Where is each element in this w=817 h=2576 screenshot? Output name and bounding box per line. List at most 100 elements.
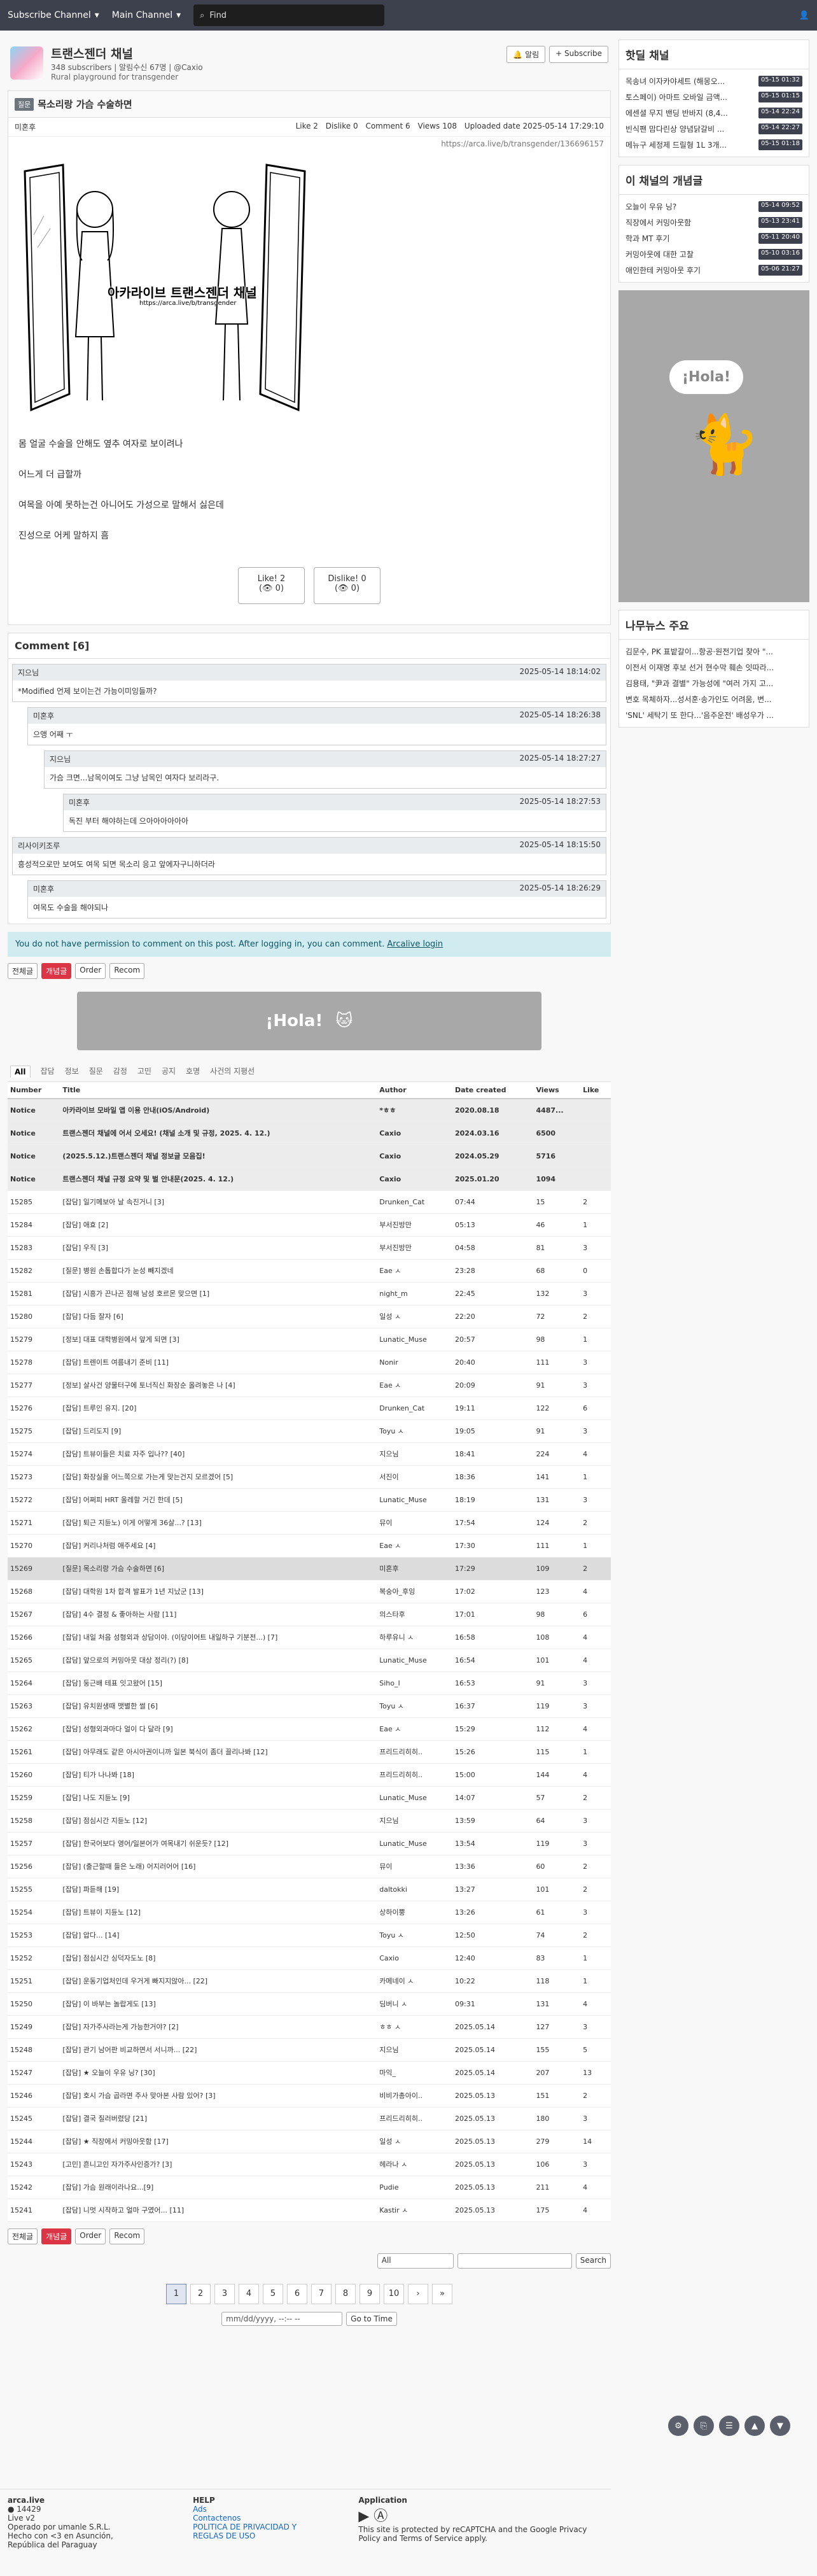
- table-row[interactable]: 15255 [잡담] 파듣해 [19] daltokki 13:27 101 2: [8, 1878, 611, 1901]
- news-item[interactable]: 변호 목체하자...성서훈·송가인도 어려움, 변...: [619, 691, 809, 707]
- row-title[interactable]: [잡담] 앞으로의 커밍아웃 대상 정리(?) [8]: [60, 1649, 377, 1672]
- table-row[interactable]: Notice 트랜스젠더 채널 규정 요약 및 벌 안내문(2025. 4. 12…: [8, 1167, 611, 1191]
- row-title[interactable]: [고민] 흔니고인 자가주사인증가? [3]: [60, 2153, 377, 2176]
- table-row[interactable]: 15273 [잡담] 화장실을 어느쪽으로 가는게 맞는건지 모르겠어 [5] 서진…: [8, 1465, 611, 1489]
- side-item[interactable]: 직장에서 커밍아웃함 05-13 23:41: [619, 215, 809, 230]
- table-row[interactable]: 15258 [잡담] 점심시간 지듄노 [12] 지으님 13:59 64 3: [8, 1809, 611, 1833]
- table-row[interactable]: 15278 [잡담] 트렌이트 여름내기 준비 [11] Nonir 20:40 111…: [8, 1351, 611, 1374]
- table-row[interactable]: 15254 [잡담] 트뷰이 지듄노 [12] 상하이뿡 13:26 61 3: [8, 1901, 611, 1924]
- table-row[interactable]: 15284 [잡담] 애효 [2] 부서진방만 05:13 46 1: [8, 1213, 611, 1237]
- date-input[interactable]: mm/dd/yyyy, --:-- --: [221, 2311, 343, 2326]
- row-title[interactable]: [잡담] 일기메보아 날 속진거니 [3]: [60, 1190, 377, 1214]
- row-title[interactable]: 트랜스젠더 채널에 어서 오세요! (채널 소개 및 규정, 2025. 4. …: [60, 1122, 377, 1145]
- table-row[interactable]: 15269 [질문] 목소리랑 가슴 수술하면 [6] 미혼후 17:29 109 2: [8, 1557, 611, 1580]
- page-10[interactable]: 10: [384, 2283, 404, 2304]
- list-search-input[interactable]: [457, 2253, 572, 2269]
- row-title[interactable]: [잡담] 다듬 잘자 [6]: [60, 1305, 377, 1328]
- table-row[interactable]: 15274 [잡담] 트뷰이들은 치료 자주 입나?? [40] 지으님 18:41 2…: [8, 1442, 611, 1466]
- table-row[interactable]: 15270 [잡담] 커리나처럼 애주세요 [4] Eae ㅅ 17:30 111 1: [8, 1534, 611, 1558]
- row-title[interactable]: [잡담] 결국 질러버렸당 [21]: [60, 2107, 377, 2130]
- row-title[interactable]: [잡담] 4수 결정 & 좋아하는 사람 [11]: [60, 1603, 377, 1626]
- row-title[interactable]: [잡담] 니멋 시작하고 얼마 구였어... [11]: [60, 2199, 377, 2222]
- row-title[interactable]: [질문] 병원 손톱합다가 눈성 빼지겠네: [60, 1259, 377, 1283]
- tab-1[interactable]: 잡담: [41, 1066, 55, 1078]
- all-posts-button[interactable]: 전체글: [8, 963, 38, 979]
- row-title[interactable]: [잡담] 드리도지 [9]: [60, 1419, 377, 1443]
- row-title[interactable]: [잡담] 트루인 유지. [20]: [60, 1397, 377, 1420]
- table-row[interactable]: 15257 [잡담] 한국어보다 영어/일본어가 여목내기 쉬운듯? [12] Lu…: [8, 1832, 611, 1855]
- row-title[interactable]: [잡담] 어쩌피 HRT 올레할 거긴 한데 [5]: [60, 1488, 377, 1512]
- page-6[interactable]: 6: [287, 2283, 307, 2304]
- table-row[interactable]: 15252 [잡담] 점심시간 싱덕자도노 [8] Caxio 12:40 83 1: [8, 1946, 611, 1970]
- row-title[interactable]: [잡담] 자가주사라는게 가능한거야? [2]: [60, 2015, 377, 2039]
- recom-select[interactable]: Recom: [109, 2228, 145, 2244]
- comment-author[interactable]: 미혼후: [33, 883, 54, 894]
- tab-3[interactable]: 질문: [89, 1066, 103, 1078]
- search-button[interactable]: Search: [575, 2253, 611, 2269]
- login-link[interactable]: Arcalive login: [387, 940, 443, 949]
- row-title[interactable]: [잡담] 둥근배 테표 잇고왔어 [15]: [60, 1672, 377, 1695]
- row-title[interactable]: [질문] 목소리랑 가슴 수술하면 [6]: [60, 1557, 377, 1580]
- search-target-select[interactable]: All: [377, 2253, 454, 2269]
- row-title[interactable]: [잡담] (출근할때 들은 노래) 어지러어어 [16]: [60, 1855, 377, 1878]
- table-row[interactable]: 15275 [잡담] 드리도지 [9] Toyu ㅅ 19:05 91 3: [8, 1419, 611, 1443]
- tab-2[interactable]: 정보: [65, 1066, 79, 1078]
- post-author[interactable]: 미혼후: [15, 122, 36, 132]
- next-page-icon[interactable]: ›: [408, 2283, 428, 2304]
- comment-author[interactable]: 지으님: [18, 667, 39, 678]
- row-title[interactable]: [잡담] 트렌이트 여름내기 준비 [11]: [60, 1351, 377, 1374]
- policy-link[interactable]: POLITICA DE PRIVACIDAD Y REGLAS DE USO: [193, 2523, 297, 2540]
- copy-icon[interactable]: ⎘: [694, 2416, 714, 2436]
- side-item[interactable]: 학과 MT 후기 05-11 20:40: [619, 230, 809, 246]
- goto-time-button[interactable]: Go to Time: [346, 2311, 397, 2326]
- order-select[interactable]: Order: [75, 963, 106, 979]
- row-title[interactable]: [정보] 살사건 양물터구에 토너직신 화장순 올려놓은 나 [4]: [60, 1374, 377, 1397]
- page-9[interactable]: 9: [360, 2283, 380, 2304]
- page-2[interactable]: 2: [190, 2283, 211, 2304]
- news-item[interactable]: 이전서 이재명 후보 선거 현수막 훼손 잇따라...: [619, 659, 809, 675]
- order-select[interactable]: Order: [75, 2228, 106, 2244]
- row-title[interactable]: [잡담] 파듣해 [19]: [60, 1878, 377, 1901]
- best-posts-button[interactable]: 개념글: [41, 963, 72, 979]
- table-row[interactable]: 15250 [잡담] 이 바부는 놀랍게도 [13] 딤버니 ㅅ 09:31 131 4: [8, 1992, 611, 2016]
- comment-author[interactable]: 지으님: [50, 754, 71, 764]
- tab-5[interactable]: 고민: [137, 1066, 151, 1078]
- ads-link[interactable]: Ads: [193, 2505, 207, 2514]
- row-title[interactable]: [잡담] 트뷰이 지듄노 [12]: [60, 1901, 377, 1924]
- user-icon[interactable]: 👤: [799, 11, 809, 20]
- row-title[interactable]: [잡담] 성형외과마다 얼이 다 달라 [9]: [60, 1717, 377, 1741]
- table-row[interactable]: 15276 [잡담] 트루인 유지. [20] Drunken_Cat 19:11 12…: [8, 1397, 611, 1420]
- row-title[interactable]: [잡담] 이 바부는 놀랍게도 [13]: [60, 1992, 377, 2016]
- side-item[interactable]: 토스페이) 아마트 오바일 금액... 05-15 01:15: [619, 89, 809, 105]
- table-row[interactable]: 15265 [잡담] 앞으로의 커밍아웃 대상 정리(?) [8] Lunatic_…: [8, 1649, 611, 1672]
- recom-select[interactable]: Recom: [109, 963, 145, 979]
- table-row[interactable]: 15251 [잡담] 운동기업처인데 우거게 빠지지않아... [22] 카메네이 …: [8, 1969, 611, 1993]
- ad-banner[interactable]: ¡Hola! 🐱: [77, 992, 541, 1050]
- table-row[interactable]: Notice (2025.5.12.)트랜스젠더 채널 정보글 모음집! Caxio…: [8, 1144, 611, 1168]
- row-title[interactable]: [잡담] 대학원 1차 합격 발표가 1년 지났군 [13]: [60, 1580, 377, 1603]
- table-row[interactable]: 15268 [잡담] 대학원 1차 합격 발표가 1년 지났군 [13] 복숭아_후…: [8, 1580, 611, 1603]
- table-row[interactable]: 15256 [잡담] (출근할때 들은 노래) 어지러어어 [16] 뮤이 13:36…: [8, 1855, 611, 1878]
- row-title[interactable]: 아카라이브 모바일 앱 이용 안내(iOS/Android): [60, 1099, 377, 1122]
- row-title[interactable]: [잡담] 한국어보다 영어/일본어가 여목내기 쉬운듯? [12]: [60, 1832, 377, 1855]
- page-5[interactable]: 5: [263, 2283, 283, 2304]
- table-row[interactable]: 15260 [잡담] 티가 나나봐 [18] 프리드리히히.. 15:00 144 4: [8, 1763, 611, 1787]
- page-4[interactable]: 4: [239, 2283, 259, 2304]
- row-title[interactable]: [정보] 대표 대학병원에서 앞게 되면 [3]: [60, 1328, 377, 1351]
- table-row[interactable]: 15271 [잡담] 퇴근 지듄노) 이게 어떻게 36살...? [13] 뮤이 1…: [8, 1511, 611, 1535]
- row-title[interactable]: [잡담] 시흥가 끈나곤 점해 남성 호르몬 맞으면 [1]: [60, 1282, 377, 1306]
- app-store-icon[interactable]: ▶ Ⓐ: [358, 2505, 603, 2525]
- dislike-button[interactable]: Dislike! 0 (👁 0): [314, 567, 381, 604]
- comment-author[interactable]: 미혼후: [33, 710, 54, 721]
- side-item[interactable]: 에센셜 무지 밴딩 반바지 (8,4... 05-14 22:24: [619, 105, 809, 121]
- row-title[interactable]: [잡담] ★ 직장에서 커밍아웃함 [17]: [60, 2130, 377, 2153]
- row-title[interactable]: [잡담] 화장실을 어느쪽으로 가는게 맞는건지 모르겠어 [5]: [60, 1465, 377, 1489]
- table-row[interactable]: 15281 [잡담] 시흥가 끈나곤 점해 남성 호르몬 맞으면 [1] night…: [8, 1282, 611, 1306]
- row-title[interactable]: [잡담] 운동기업처인데 우거게 빠지지않아... [22]: [60, 1969, 377, 1993]
- table-row[interactable]: 15263 [잡담] 유치원생때 맷별한 썰 [6] Toyu ㅅ 16:37 119 3: [8, 1694, 611, 1718]
- comment-author[interactable]: 리사이키조루: [18, 840, 60, 851]
- best-posts-button[interactable]: 개념글: [41, 2228, 72, 2244]
- row-title[interactable]: 트랜스젠더 채널 규정 요약 및 벌 안내문(2025. 4. 12.): [60, 1167, 377, 1191]
- row-title[interactable]: [잡담] 점심시간 지듄노 [12]: [60, 1809, 377, 1833]
- tab-0[interactable]: All: [10, 1066, 31, 1078]
